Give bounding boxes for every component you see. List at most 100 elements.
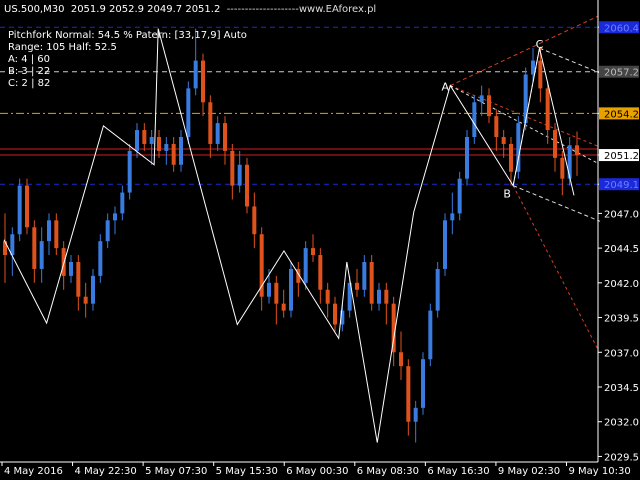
candle[interactable]	[318, 248, 323, 304]
candle[interactable]	[10, 227, 15, 276]
candle[interactable]	[149, 130, 154, 165]
candle[interactable]	[127, 143, 132, 200]
candle-body	[171, 143, 176, 165]
pitchfork-lower-tine[interactable]	[512, 185, 601, 222]
candle[interactable]	[311, 234, 315, 262]
candle[interactable]	[347, 275, 352, 318]
candle-body	[443, 220, 447, 269]
point-c-info: C: 2 | 82	[8, 78, 51, 89]
candle-body	[567, 145, 572, 179]
candle-body	[91, 275, 95, 304]
candle[interactable]	[399, 331, 403, 381]
candle[interactable]	[553, 123, 557, 172]
candle-body	[186, 88, 191, 137]
candle[interactable]	[113, 206, 117, 235]
candle-body	[10, 234, 15, 256]
candle[interactable]	[164, 137, 169, 165]
candle[interactable]	[230, 143, 235, 200]
candle-body	[406, 366, 411, 422]
candle[interactable]	[274, 275, 279, 325]
candle[interactable]	[69, 255, 73, 283]
candle[interactable]	[435, 262, 440, 318]
candle[interactable]	[487, 88, 491, 124]
candle[interactable]	[465, 130, 469, 186]
candle[interactable]	[281, 289, 286, 318]
candle[interactable]	[560, 150, 565, 196]
candle-body	[421, 359, 425, 408]
candle[interactable]	[289, 262, 293, 318]
pitchfork-lower-bound[interactable]	[512, 185, 599, 350]
candle[interactable]	[208, 95, 213, 158]
candle[interactable]	[333, 296, 337, 332]
candle[interactable]	[369, 255, 374, 311]
candle[interactable]	[76, 255, 81, 311]
candle[interactable]	[201, 53, 205, 117]
candle[interactable]	[39, 227, 44, 283]
candle[interactable]	[47, 213, 51, 256]
price-tick-label: 2039.5	[604, 314, 639, 325]
candle[interactable]	[91, 268, 95, 311]
candle[interactable]	[54, 213, 59, 256]
price-level-badge-label: 2051.2	[604, 151, 639, 162]
candle[interactable]	[355, 268, 359, 297]
candle[interactable]	[377, 282, 381, 311]
candle[interactable]	[83, 282, 88, 318]
candle[interactable]	[215, 116, 220, 151]
candle-body	[142, 130, 147, 144]
time-tick-label: 6 May 08:30	[357, 466, 419, 477]
price-chart[interactable]: A B C 2060.4 2057.2 2054.2 2051.2 2049.1 2047.0…	[0, 0, 640, 480]
candle[interactable]	[325, 282, 330, 318]
price-tick-label: 2042.0	[604, 279, 639, 290]
candle-body	[69, 262, 73, 276]
candle[interactable]	[472, 95, 477, 144]
candle-body	[553, 130, 557, 158]
candle[interactable]	[450, 192, 455, 235]
candle[interactable]	[538, 46, 543, 103]
chart-window: A B C 2060.4 2057.2 2054.2 2051.2 2049.1 2047.0…	[0, 0, 640, 480]
candle[interactable]	[428, 303, 433, 367]
candle[interactable]	[509, 137, 513, 186]
candle-body	[355, 282, 359, 290]
candle-body	[47, 220, 51, 242]
candle[interactable]	[32, 220, 37, 283]
candle-body	[325, 289, 330, 304]
candle[interactable]	[501, 130, 506, 158]
candle[interactable]	[179, 130, 183, 172]
candle[interactable]	[105, 213, 110, 249]
candle[interactable]	[362, 255, 367, 297]
price-tick-label: 2032.0	[604, 418, 639, 429]
pitchfork-upper-tine[interactable]	[539, 47, 601, 74]
candle[interactable]	[171, 137, 176, 172]
candle[interactable]	[413, 400, 418, 443]
candle-body	[494, 116, 499, 137]
candle[interactable]	[296, 262, 301, 297]
candle-body	[252, 206, 257, 235]
candle[interactable]	[17, 178, 22, 242]
candle[interactable]	[3, 213, 7, 283]
candle[interactable]	[252, 192, 257, 249]
candle[interactable]	[120, 185, 125, 221]
time-tick-label: 9 May 02:30	[498, 466, 560, 477]
candle[interactable]	[494, 109, 499, 151]
candle[interactable]	[421, 352, 425, 415]
candle[interactable]	[259, 227, 264, 311]
candle-body	[179, 137, 183, 165]
candle-body	[149, 137, 154, 144]
candle[interactable]	[406, 359, 411, 436]
candle[interactable]	[245, 157, 249, 214]
candle[interactable]	[98, 234, 103, 283]
candle[interactable]	[142, 123, 147, 151]
candle-body	[333, 303, 337, 325]
candle[interactable]	[25, 178, 29, 235]
candle[interactable]	[237, 150, 242, 193]
candle[interactable]	[443, 213, 447, 276]
time-tick-label: 6 May 16:30	[427, 466, 489, 477]
candle[interactable]	[457, 171, 462, 221]
candle-body	[281, 303, 286, 311]
candle[interactable]	[384, 282, 389, 325]
candle[interactable]	[516, 116, 521, 179]
candle[interactable]	[157, 130, 161, 158]
candle[interactable]	[479, 85, 484, 117]
candle[interactable]	[223, 116, 227, 165]
candle-body	[267, 282, 271, 297]
